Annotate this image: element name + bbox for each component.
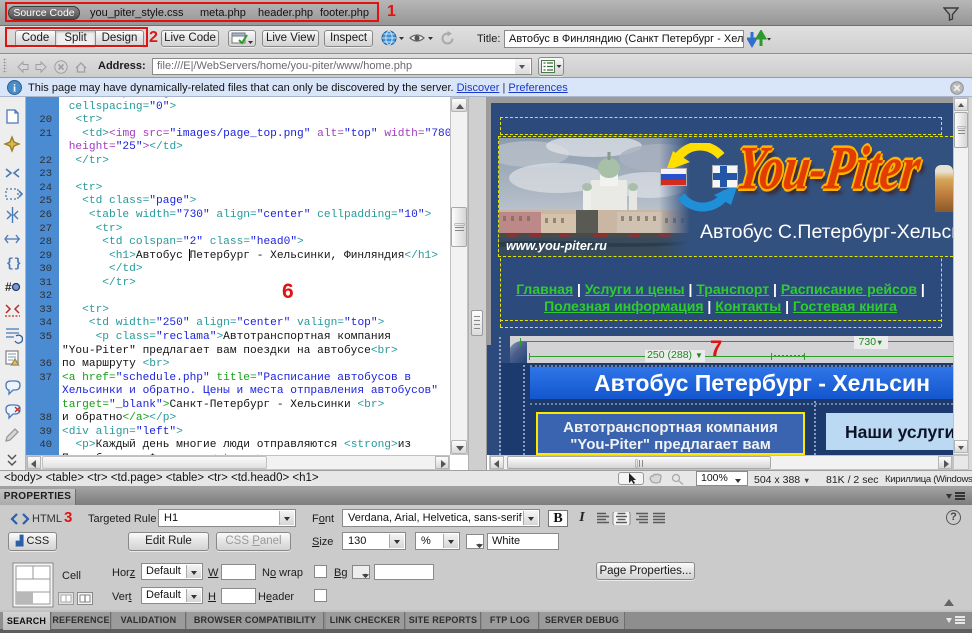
svg-text:{}: {} <box>6 256 22 271</box>
svg-text:i: i <box>13 83 16 95</box>
svg-text:#: # <box>5 280 12 294</box>
